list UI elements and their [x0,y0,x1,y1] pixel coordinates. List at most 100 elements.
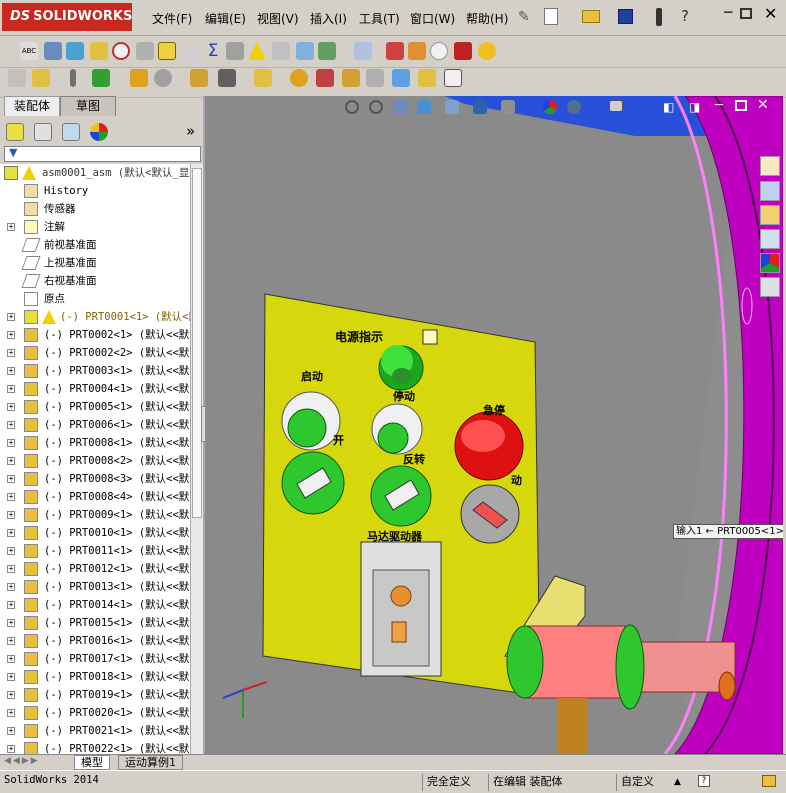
display-style-icon[interactable] [473,100,487,114]
display-manager-icon[interactable] [90,123,108,141]
expand-icon[interactable]: + [7,223,15,231]
file-explorer-icon[interactable] [760,205,780,225]
sigma-icon[interactable]: Σ [204,42,222,60]
reference-icon[interactable] [342,69,360,87]
split-icon[interactable] [272,42,290,60]
appearance-icon[interactable] [478,42,496,60]
simulation-icon[interactable] [366,69,384,87]
tab-motion-study[interactable]: 运动算例1 [118,755,183,770]
appearances-icon[interactable] [760,253,780,273]
help-mark-icon[interactable]: ? [698,775,710,787]
folder-icon[interactable] [90,42,108,60]
status-custom[interactable]: 自定义 [616,774,658,791]
custom-properties-icon[interactable] [760,277,780,297]
menu-window[interactable]: 窗口(W) [410,10,455,27]
viewport-minimize-icon[interactable]: ─ [715,98,723,113]
close-icon[interactable]: ✕ [764,4,777,23]
component-icon[interactable] [296,42,314,60]
help-icon[interactable]: ? [681,7,689,25]
check-interference-icon[interactable] [318,42,336,60]
solidworks-logo[interactable]: DS SOLIDWORKS [2,3,132,31]
instant3d-icon[interactable] [316,69,334,87]
menu-insert[interactable]: 插入(I) [310,10,347,27]
viewport-restore-icon[interactable] [735,100,747,111]
expand-icon[interactable]: + [7,547,15,555]
rebuild-icon[interactable] [656,8,662,26]
graphics-viewport[interactable]: 电源指示 启动 停动 急停 开 反转 动 马达驱动器 输入1 ← PRT0005… [205,96,783,754]
explode-icon[interactable] [386,42,404,60]
edit-component-icon[interactable] [44,42,62,60]
tab-sketch[interactable]: 草图 [60,96,116,116]
expand-icon[interactable]: + [7,457,15,465]
assembly-features-icon[interactable] [254,69,272,87]
table-icon[interactable] [354,42,372,60]
edit-appearance-icon[interactable] [543,100,557,114]
ok-icon[interactable] [430,42,448,60]
paperclip-icon[interactable] [70,69,76,87]
zoom-area-icon[interactable] [369,100,383,114]
hide-show-icon[interactable] [501,100,515,114]
ruler-icon[interactable] [392,69,410,87]
home-icon[interactable] [760,156,780,176]
tab-assembly[interactable]: 装配体 [4,96,60,116]
tree-filter[interactable]: ▼ [4,146,201,162]
view-settings-icon[interactable] [609,100,623,112]
new-document-icon[interactable] [544,8,558,25]
expand-icon[interactable]: + [7,691,15,699]
scale-icon[interactable] [66,42,84,60]
new-part-icon[interactable] [32,69,50,87]
pattern-icon[interactable] [130,69,148,87]
expand-icon[interactable]: + [7,727,15,735]
expand-icon[interactable]: + [7,313,15,321]
open-icon[interactable] [582,10,600,23]
minimize-icon[interactable]: ─ [724,5,732,21]
menu-file[interactable]: 文件(F) [152,10,192,27]
expand-icon[interactable]: + [7,601,15,609]
save-icon[interactable] [618,9,633,24]
viewport-next-icon[interactable]: ◨ [689,100,700,114]
configuration-manager-icon[interactable] [62,123,80,141]
menu-view[interactable]: 视图(V) [257,10,299,27]
check-icon[interactable] [158,42,176,60]
expand-icon[interactable]: + [7,331,15,339]
show-hidden-icon[interactable] [290,69,308,87]
tools-icon[interactable] [226,42,244,60]
warning-icon[interactable] [248,42,266,60]
expand-icon[interactable]: + [7,583,15,591]
expand-icon[interactable]: + [7,655,15,663]
property-manager-icon[interactable] [34,123,52,141]
tab-nav-arrows-icon[interactable]: ◀◀▶▶ [4,756,40,766]
expand-icon[interactable]: + [7,709,15,717]
tree-scrollbar[interactable] [190,164,203,754]
expand-icon[interactable]: + [7,511,15,519]
expand-icon[interactable]: + [7,745,15,753]
expand-icon[interactable]: + [7,349,15,357]
explode-view-icon[interactable] [190,69,208,87]
expand-panel-icon[interactable]: » [186,122,195,140]
expand-icon[interactable]: + [7,367,15,375]
insert-component-icon[interactable] [8,69,26,87]
snapshot-icon[interactable] [444,69,462,87]
mass-icon[interactable] [136,42,154,60]
view-palette-icon[interactable] [760,229,780,249]
filter-icon[interactable]: ▼ [9,146,17,159]
mate-icon[interactable] [92,69,110,87]
zoom-to-fit-icon[interactable] [345,100,359,114]
expand-icon[interactable]: + [7,565,15,573]
expand-icon[interactable]: + [7,673,15,681]
viewport-prev-icon[interactable]: ◧ [663,100,674,114]
units-dropdown-icon[interactable]: ▲ [674,777,681,787]
scroll-thumb[interactable] [192,168,202,518]
feature-manager-icon[interactable] [6,123,24,141]
apply-scene-icon[interactable] [567,100,581,114]
expand-icon[interactable]: + [7,421,15,429]
section-view-icon[interactable] [417,100,431,114]
expand-icon[interactable]: + [7,493,15,501]
viewport-close-icon[interactable]: ✕ [757,97,769,113]
expand-icon[interactable]: + [7,637,15,645]
expand-icon[interactable]: + [7,619,15,627]
gear-icon[interactable] [408,42,426,60]
expand-icon[interactable]: + [7,475,15,483]
tab-model[interactable]: 模型 [74,755,110,770]
bom-icon[interactable] [418,69,436,87]
